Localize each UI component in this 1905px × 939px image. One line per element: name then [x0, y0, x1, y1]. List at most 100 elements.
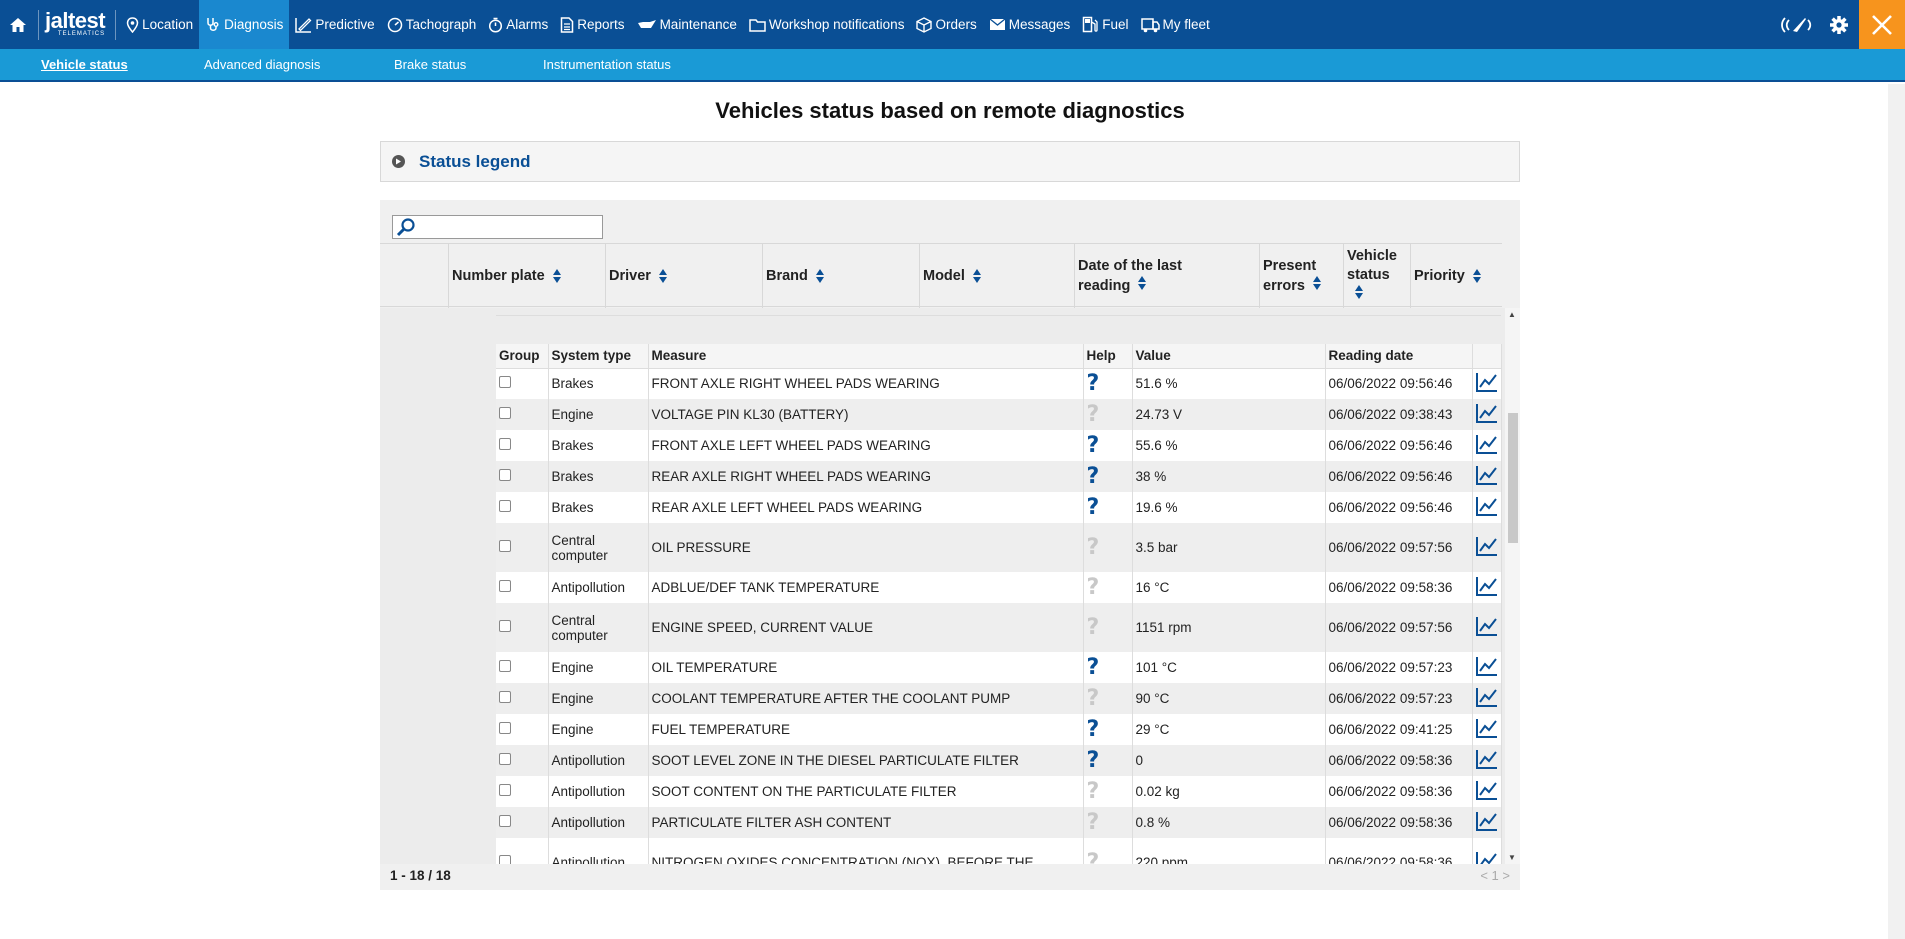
group-checkbox[interactable] — [499, 722, 511, 734]
pager-prev[interactable]: < — [1480, 868, 1488, 883]
notifications-button[interactable] — [1779, 15, 1815, 35]
value-cell: 29 °C — [1132, 714, 1326, 745]
scroll-thumb[interactable] — [1508, 413, 1518, 543]
trend-chart-icon[interactable] — [1475, 537, 1498, 559]
trend-chart-icon[interactable] — [1475, 719, 1498, 741]
sort-icon — [1138, 275, 1147, 290]
trend-chart-icon[interactable] — [1475, 688, 1498, 710]
sort-icon — [658, 269, 667, 283]
sort-icon — [1472, 269, 1481, 283]
scroll-down-icon[interactable]: ▼ — [1508, 853, 1516, 862]
header-present-errors[interactable]: Present errors — [1259, 244, 1343, 308]
scroll-up-icon[interactable]: ▲ — [1508, 310, 1516, 319]
trend-chart-icon[interactable] — [1475, 435, 1498, 457]
jaltest-logo[interactable]: jaltest TELEMATICS — [38, 8, 117, 40]
nav-messages[interactable]: Messages — [983, 0, 1077, 49]
detail-scrollbar[interactable]: ▲ ▼ — [1505, 308, 1520, 864]
group-checkbox[interactable] — [499, 753, 511, 765]
settings-button[interactable] — [1829, 15, 1849, 35]
group-checkbox[interactable] — [499, 691, 511, 703]
nav-my-fleet[interactable]: My fleet — [1135, 0, 1216, 49]
group-checkbox[interactable] — [499, 660, 511, 672]
reading-date-cell: 06/06/2022 09:58:36 — [1325, 745, 1473, 776]
system-type-cell: Antipollution — [548, 745, 649, 776]
measure-row: Brakes REAR AXLE RIGHT WHEEL PADS WEARING… — [496, 461, 1502, 492]
header-vehicle-status[interactable]: Vehicle status — [1343, 244, 1410, 308]
nav-alarms[interactable]: Alarms — [482, 0, 554, 49]
group-checkbox[interactable] — [499, 438, 511, 450]
status-legend-label: Status legend — [419, 151, 531, 171]
group-cell — [496, 603, 549, 652]
group-cell — [496, 492, 549, 523]
nav-label: Tachograph — [405, 17, 477, 32]
group-checkbox[interactable] — [499, 815, 511, 827]
chart-cell — [1472, 603, 1502, 652]
search-box[interactable] — [392, 215, 603, 239]
trend-chart-icon[interactable] — [1475, 657, 1498, 679]
help-icon[interactable]: ? — [1087, 748, 1100, 773]
trend-chart-icon[interactable] — [1475, 750, 1498, 772]
measure-row: Antipollution PARTICULATE FILTER ASH CONT… — [496, 807, 1502, 838]
group-checkbox[interactable] — [499, 500, 511, 512]
header-brand[interactable]: Brand — [762, 244, 919, 308]
nav-workshop-notifications[interactable]: Workshop notifications — [743, 0, 911, 49]
truck-icon — [1140, 17, 1160, 32]
pager-page[interactable]: 1 — [1492, 868, 1499, 883]
help-cell: ? — [1083, 399, 1133, 430]
header-priority[interactable]: Priority — [1410, 244, 1502, 308]
tab-brake-status[interactable]: Brake status — [394, 57, 466, 72]
tab-instrumentation-status[interactable]: Instrumentation status — [543, 57, 671, 72]
group-checkbox[interactable] — [499, 376, 511, 389]
nav-predictive[interactable]: Predictive — [289, 0, 380, 49]
header-label: Priority — [1414, 268, 1465, 284]
trend-chart-icon[interactable] — [1475, 497, 1498, 519]
measure-cell: COOLANT TEMPERATURE AFTER THE COOLANT PU… — [648, 683, 1084, 714]
help-icon[interactable]: ? — [1087, 717, 1100, 742]
nav-label: Workshop notifications — [768, 17, 905, 32]
header-model[interactable]: Model — [919, 244, 1074, 308]
logo-text: jaltest — [45, 8, 106, 33]
header-label: Date of the last reading — [1078, 257, 1182, 294]
search-input[interactable] — [418, 217, 602, 237]
help-icon[interactable]: ? — [1087, 655, 1100, 680]
group-checkbox[interactable] — [499, 407, 511, 419]
help-icon[interactable]: ? — [1087, 433, 1100, 458]
help-icon: ? — [1086, 535, 1100, 560]
trend-chart-icon[interactable] — [1475, 781, 1498, 803]
header-last-reading-date[interactable]: Date of the last reading — [1074, 244, 1259, 308]
header-number-plate[interactable]: Number plate — [448, 244, 605, 308]
trend-chart-icon[interactable] — [1475, 577, 1498, 599]
trend-chart-icon[interactable] — [1475, 812, 1498, 834]
nav-diagnosis[interactable]: Diagnosis — [199, 0, 290, 49]
pager-next[interactable]: > — [1502, 868, 1510, 883]
col-reading-date: Reading date — [1325, 344, 1473, 369]
tab-vehicle-status[interactable]: Vehicle status — [41, 57, 128, 72]
nav-reports[interactable]: Reports — [554, 0, 630, 49]
trend-chart-icon[interactable] — [1475, 466, 1498, 488]
nav-fuel[interactable]: Fuel — [1076, 0, 1134, 49]
status-legend-toggle[interactable]: Status legend — [380, 141, 1520, 182]
help-icon[interactable]: ? — [1087, 495, 1100, 520]
page-scrollbar[interactable] — [1888, 84, 1905, 939]
measure-row: Engine VOLTAGE PIN KL30 (BATTERY)? 24.73 V… — [496, 399, 1502, 430]
group-checkbox[interactable] — [499, 469, 511, 481]
help-icon[interactable]: ? — [1087, 371, 1100, 396]
help-icon[interactable]: ? — [1087, 464, 1100, 489]
group-checkbox[interactable] — [499, 784, 511, 796]
nav-tachograph[interactable]: Tachograph — [381, 0, 483, 49]
trend-chart-icon[interactable] — [1475, 404, 1498, 426]
nav-maintenance[interactable]: Maintenance — [631, 0, 743, 49]
home-button[interactable] — [0, 0, 38, 49]
reading-date-cell: 06/06/2022 09:58:36 — [1325, 807, 1473, 838]
nav-location[interactable]: Location — [120, 0, 199, 49]
group-checkbox[interactable] — [499, 620, 511, 632]
trend-chart-icon[interactable] — [1475, 373, 1498, 395]
header-driver[interactable]: Driver — [605, 244, 762, 308]
close-button[interactable] — [1859, 0, 1905, 49]
tab-advanced-diagnosis[interactable]: Advanced diagnosis — [204, 57, 320, 72]
group-checkbox[interactable] — [499, 580, 511, 592]
nav-label: Alarms — [506, 17, 549, 32]
trend-chart-icon[interactable] — [1475, 617, 1498, 639]
nav-orders[interactable]: Orders — [910, 0, 982, 49]
group-checkbox[interactable] — [499, 540, 511, 552]
